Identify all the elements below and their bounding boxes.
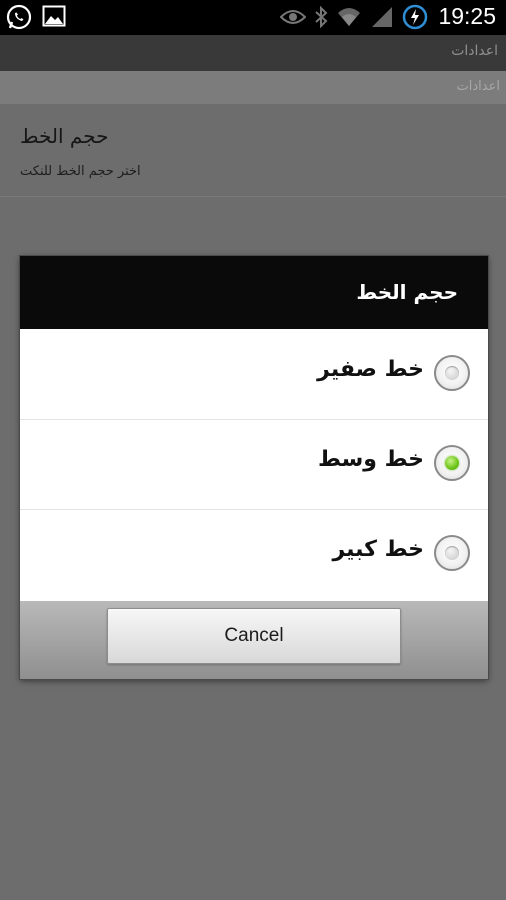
radio-dot: [445, 366, 459, 380]
option-label: خط وسط: [318, 447, 424, 472]
battery-charging-icon: [402, 4, 428, 30]
dialog-header: حجم الخط: [20, 256, 488, 329]
radio-dot: [445, 546, 459, 560]
radio-button[interactable]: [434, 535, 470, 571]
radio-button[interactable]: [434, 445, 470, 481]
settings-section-header: اعدادات: [0, 71, 506, 104]
whatsapp-icon: [6, 4, 32, 30]
signal-icon: [370, 6, 394, 28]
options-list: خط صفير خط وسط خط كبير: [20, 329, 488, 601]
app-title: اعدادات: [451, 43, 498, 59]
radio-dot: [445, 456, 459, 470]
option-label: خط صفير: [317, 357, 424, 382]
font-size-preference[interactable]: حجم الخط اختر حجم الخط للنكت: [0, 104, 506, 197]
action-bar: اعدادات: [0, 35, 506, 72]
section-title: اعدادات: [456, 79, 500, 94]
radio-button[interactable]: [434, 355, 470, 391]
dialog-title: حجم الخط: [356, 280, 458, 304]
gallery-icon: [42, 4, 66, 30]
preference-summary: اختر حجم الخط للنكت: [20, 164, 141, 179]
dialog-footer: Cancel: [20, 601, 488, 679]
preference-title: حجم الخط: [20, 124, 109, 148]
option-label: خط كبير: [332, 537, 424, 562]
eye-icon: [280, 8, 307, 26]
status-bar: 19:25: [0, 0, 506, 35]
status-time: 19:25: [438, 3, 496, 29]
cancel-button[interactable]: Cancel: [107, 608, 401, 664]
option-large-font[interactable]: خط كبير: [20, 509, 488, 599]
wifi-icon: [336, 6, 362, 28]
option-medium-font[interactable]: خط وسط: [20, 419, 488, 510]
bluetooth-icon: [314, 5, 328, 28]
option-small-font[interactable]: خط صفير: [20, 329, 488, 420]
font-size-dialog: حجم الخط خط صفير خط وسط خط كبير Cancel: [20, 256, 488, 679]
